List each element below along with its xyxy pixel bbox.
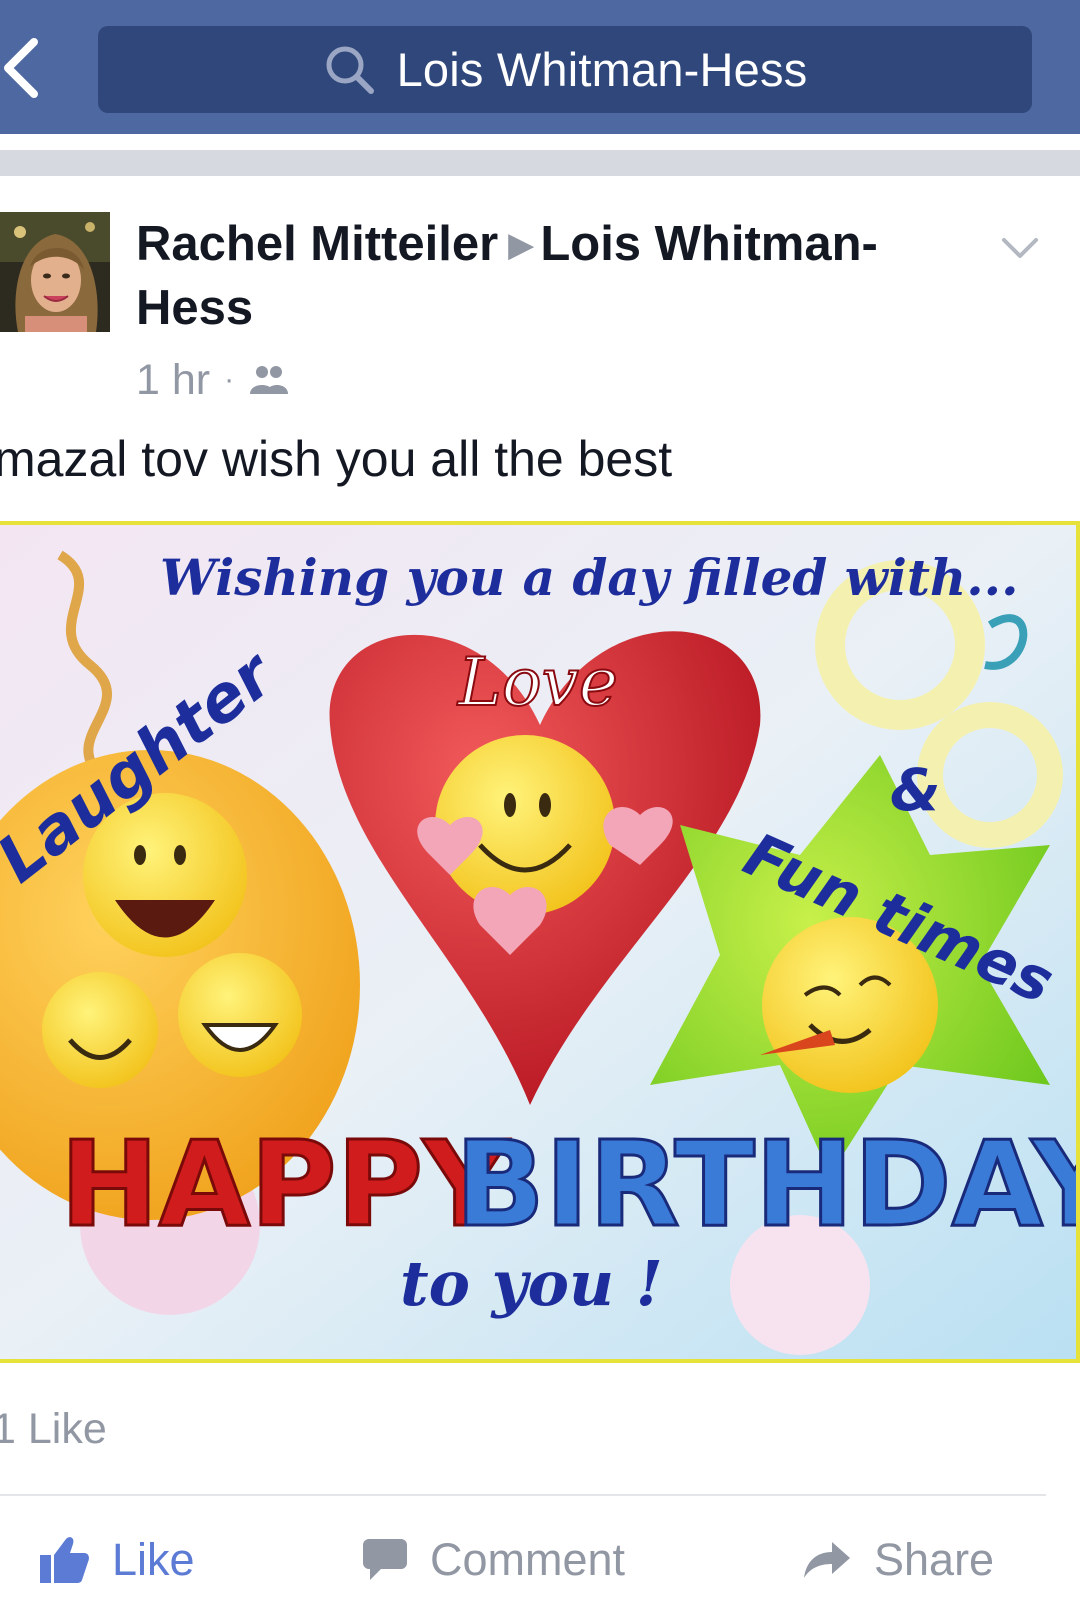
nav-spacer: [0, 134, 1080, 150]
card-happy: HAPPY: [60, 1115, 510, 1253]
arrow-right-icon: ▶: [508, 226, 535, 264]
top-nav-bar: Lois Whitman-Hess: [0, 0, 1080, 134]
post-author-line: Rachel Mitteiler ▶ Lois Whitman- Hess: [136, 213, 936, 340]
share-button[interactable]: Share: [802, 1528, 994, 1592]
card-love: Love: [457, 644, 618, 721]
thumbs-up-icon: [40, 1537, 89, 1583]
search-bar[interactable]: Lois Whitman-Hess: [98, 26, 1032, 113]
card-birthday: BIRTHDAY: [455, 1115, 1080, 1253]
post-menu-button[interactable]: [998, 232, 1042, 264]
action-divider: [0, 1494, 1046, 1496]
author-name[interactable]: Rachel Mitteiler: [136, 217, 498, 271]
target-name-continued[interactable]: Hess: [136, 281, 253, 335]
feed-divider: [0, 150, 1080, 176]
post-message: mazal tov wish you all the best: [0, 431, 673, 487]
post-image[interactable]: Wishing you a day filled with... Love La…: [0, 521, 1080, 1363]
comment-icon: [363, 1539, 407, 1580]
back-button[interactable]: [0, 30, 60, 110]
comment-button[interactable]: Comment: [362, 1528, 625, 1592]
like-label: Like: [112, 1534, 195, 1585]
comment-label: Comment: [430, 1534, 626, 1585]
share-label: Share: [874, 1534, 995, 1585]
share-arrow-icon: [804, 1542, 850, 1578]
like-button[interactable]: Like: [38, 1528, 195, 1592]
friends-icon[interactable]: [248, 362, 292, 398]
card-ampersand: &: [890, 756, 941, 824]
card-to-you: to you !: [400, 1247, 663, 1320]
chevron-down-icon: [1002, 238, 1038, 258]
chevron-left-icon: [4, 38, 38, 98]
search-icon: [326, 46, 374, 94]
target-name[interactable]: Lois Whitman-: [540, 217, 878, 271]
post-meta: 1 hr ·: [136, 352, 292, 408]
post-timestamp[interactable]: 1 hr: [136, 356, 210, 405]
like-count[interactable]: 1 Like: [0, 1405, 107, 1454]
card-happy-birthday: HAPPY BIRTHDAY: [59, 1114, 1080, 1255]
card-headline: Wishing you a day filled with...: [160, 548, 1019, 607]
meta-separator: ·: [224, 363, 235, 396]
avatar[interactable]: [0, 212, 110, 332]
search-text: Lois Whitman-Hess: [396, 43, 808, 96]
